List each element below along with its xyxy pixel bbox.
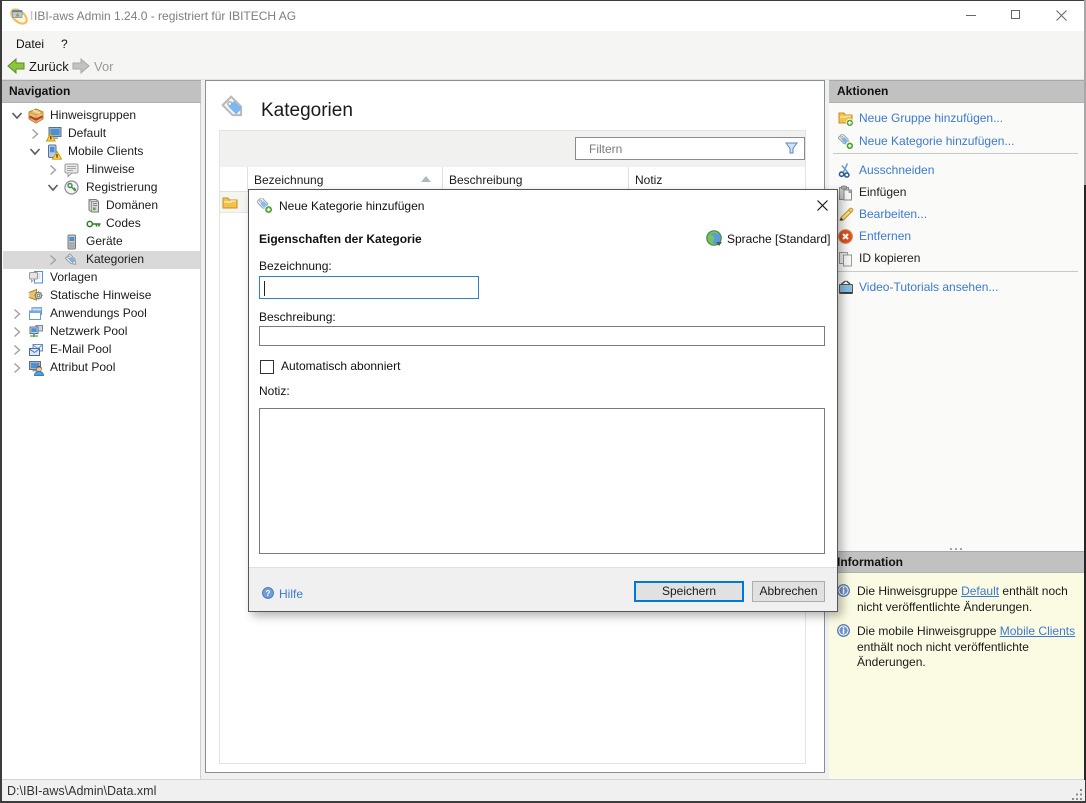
- svg-text:?: ?: [266, 589, 271, 598]
